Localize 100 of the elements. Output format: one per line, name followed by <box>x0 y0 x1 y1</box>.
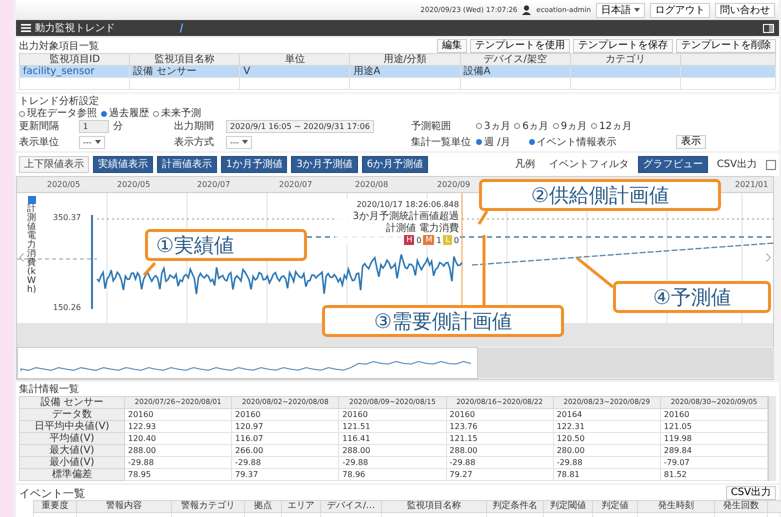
column-header: デバイス/架空 <box>460 54 570 66</box>
radio-label: 過去履歴 <box>109 108 149 119</box>
legend-checkbox[interactable] <box>28 196 36 204</box>
table-cell: 123.76 <box>450 422 478 431</box>
column-header: デバイス/… <box>320 500 382 512</box>
unit-select[interactable]: --- <box>79 136 105 148</box>
table-cell: 78.96 <box>342 470 366 479</box>
radio-button[interactable] <box>101 110 107 116</box>
display-button[interactable]: 3か月予測値 <box>291 156 358 173</box>
row-header: 標準偏差 <box>20 468 124 480</box>
interval-field[interactable]: 1 <box>79 120 109 132</box>
row-header: 最小値(V) <box>20 456 124 468</box>
table-cell: 280.00 <box>556 446 585 455</box>
display-button[interactable]: 1か月予測値 <box>221 156 288 173</box>
template-button[interactable]: 編集 <box>437 39 467 53</box>
table-cell: 121.05 <box>664 422 692 431</box>
column-header: 警報内容 <box>76 500 172 512</box>
callout-label: ①実績値 <box>145 229 307 261</box>
table-cell: 288.00 <box>450 446 478 455</box>
radio-label: 6ヵ月 <box>522 120 549 132</box>
navigator-drawing[interactable] <box>17 347 775 379</box>
table-cell: 120.50 <box>556 434 585 443</box>
radio-button[interactable] <box>476 123 482 129</box>
axis-label: 150.26 <box>53 303 81 312</box>
radio-button[interactable] <box>153 110 159 116</box>
table-cell: -29.88 <box>128 458 154 467</box>
section-title: トレンド分析設定 <box>19 95 100 108</box>
chevron-right-icon[interactable] <box>766 253 771 262</box>
user-icon <box>522 5 532 15</box>
table-cell: 20160 <box>450 410 475 419</box>
radio-button[interactable] <box>476 139 482 145</box>
field-label: 集計一覧単位 <box>411 136 472 149</box>
table-cell: 121.51 <box>342 422 370 431</box>
table-cell: 設備A <box>464 66 490 77</box>
logout-button[interactable]: ログアウト <box>650 2 710 18</box>
radio-label: 3ヵ月 <box>484 120 510 132</box>
axis-label: 2020/07 <box>279 180 312 189</box>
contact-button[interactable]: 問い合わせ <box>715 2 775 18</box>
display-button[interactable]: 上下限値表示 <box>19 156 89 173</box>
menu-icon[interactable] <box>21 24 31 32</box>
toggle-label: イベント情報表示 <box>536 136 617 148</box>
method-select[interactable]: --- <box>226 136 252 148</box>
template-button[interactable]: テンプレートを使用 <box>470 39 570 53</box>
level-count: 0 <box>454 236 459 244</box>
radio-button[interactable] <box>552 123 559 129</box>
tooltip-text: 計測値 電力消費 <box>386 223 459 234</box>
legend-label: 計測値電力消費(kWh) <box>27 205 36 295</box>
table-cell: 78.81 <box>556 470 580 479</box>
level-badge: M <box>423 235 434 245</box>
leader-line <box>478 210 488 225</box>
template-button[interactable]: テンプレートを削除 <box>676 39 776 53</box>
table-cell: 20160 <box>342 410 368 419</box>
table-cell: 121.15 <box>450 434 478 443</box>
unit-label: 分 <box>113 120 123 133</box>
table-cell: 122.93 <box>128 422 156 431</box>
column-header: 拠点 <box>244 500 282 512</box>
display-button[interactable]: 6か月予測値 <box>362 156 428 173</box>
table-cell: 設備 センサー <box>133 66 196 77</box>
column-header: カテゴリ <box>570 54 680 66</box>
view-tab[interactable]: グラフビュー <box>638 156 708 173</box>
display-button[interactable]: 実績値表示 <box>93 156 153 173</box>
table-cell: 122.31 <box>556 422 585 431</box>
level-count: 1 <box>436 236 442 244</box>
checkbox[interactable] <box>766 160 776 170</box>
window-icon[interactable] <box>763 24 774 32</box>
axis-label: 350.37 <box>53 213 81 222</box>
column-header: 発生時刻 <box>638 500 714 512</box>
table-row[interactable]: facility_sensor 設備 センサー V 用途A 設備A <box>20 66 776 78</box>
table-cell: 120.97 <box>235 422 264 431</box>
tooltip-time: 2020/10/17 18:26:06.848 <box>356 199 459 210</box>
table-cell: facility_sensor <box>23 66 94 77</box>
csv-button[interactable]: CSV出力 <box>726 486 776 500</box>
table-cell: V <box>243 66 250 77</box>
section-title: 集計情報一覧 <box>19 383 80 396</box>
scrollbar[interactable] <box>768 396 776 481</box>
table-cell: -79.07 <box>664 458 690 467</box>
language-select[interactable]: 日本語 <box>596 2 645 18</box>
period-field[interactable]: 2020/9/1 16:05 ~ 2020/9/31 17:06 <box>226 120 374 132</box>
column-header: 警報カテゴリ <box>172 500 244 512</box>
radio-button[interactable] <box>591 123 598 129</box>
axis-label: 2021/01 <box>735 180 768 189</box>
radio-button[interactable] <box>19 110 25 116</box>
radio-label: 9ヵ月 <box>560 120 588 132</box>
template-button[interactable]: テンプレートを保存 <box>573 39 673 53</box>
column-header: 重要度 <box>34 500 76 512</box>
event-info-toggle[interactable] <box>528 139 535 145</box>
axis-label: 2020/07 <box>197 180 230 189</box>
radio-button[interactable] <box>514 123 520 129</box>
row-header: データ数 <box>20 408 124 420</box>
axis-label: 2020/09 <box>437 180 470 189</box>
leader-line <box>576 256 614 288</box>
table-cell: 288.00 <box>342 446 370 455</box>
row-header: 日平均中央値(V) <box>20 420 124 432</box>
chevron-left-icon[interactable] <box>19 253 24 262</box>
column-header: 判定閾値 <box>544 500 592 512</box>
display-button[interactable]: 計画値表示 <box>157 156 217 173</box>
table-cell: 78.95 <box>128 470 151 479</box>
show-button[interactable]: 表示 <box>676 135 706 149</box>
text-cursor-icon <box>179 23 184 33</box>
column-header: 判定値 <box>592 500 638 512</box>
